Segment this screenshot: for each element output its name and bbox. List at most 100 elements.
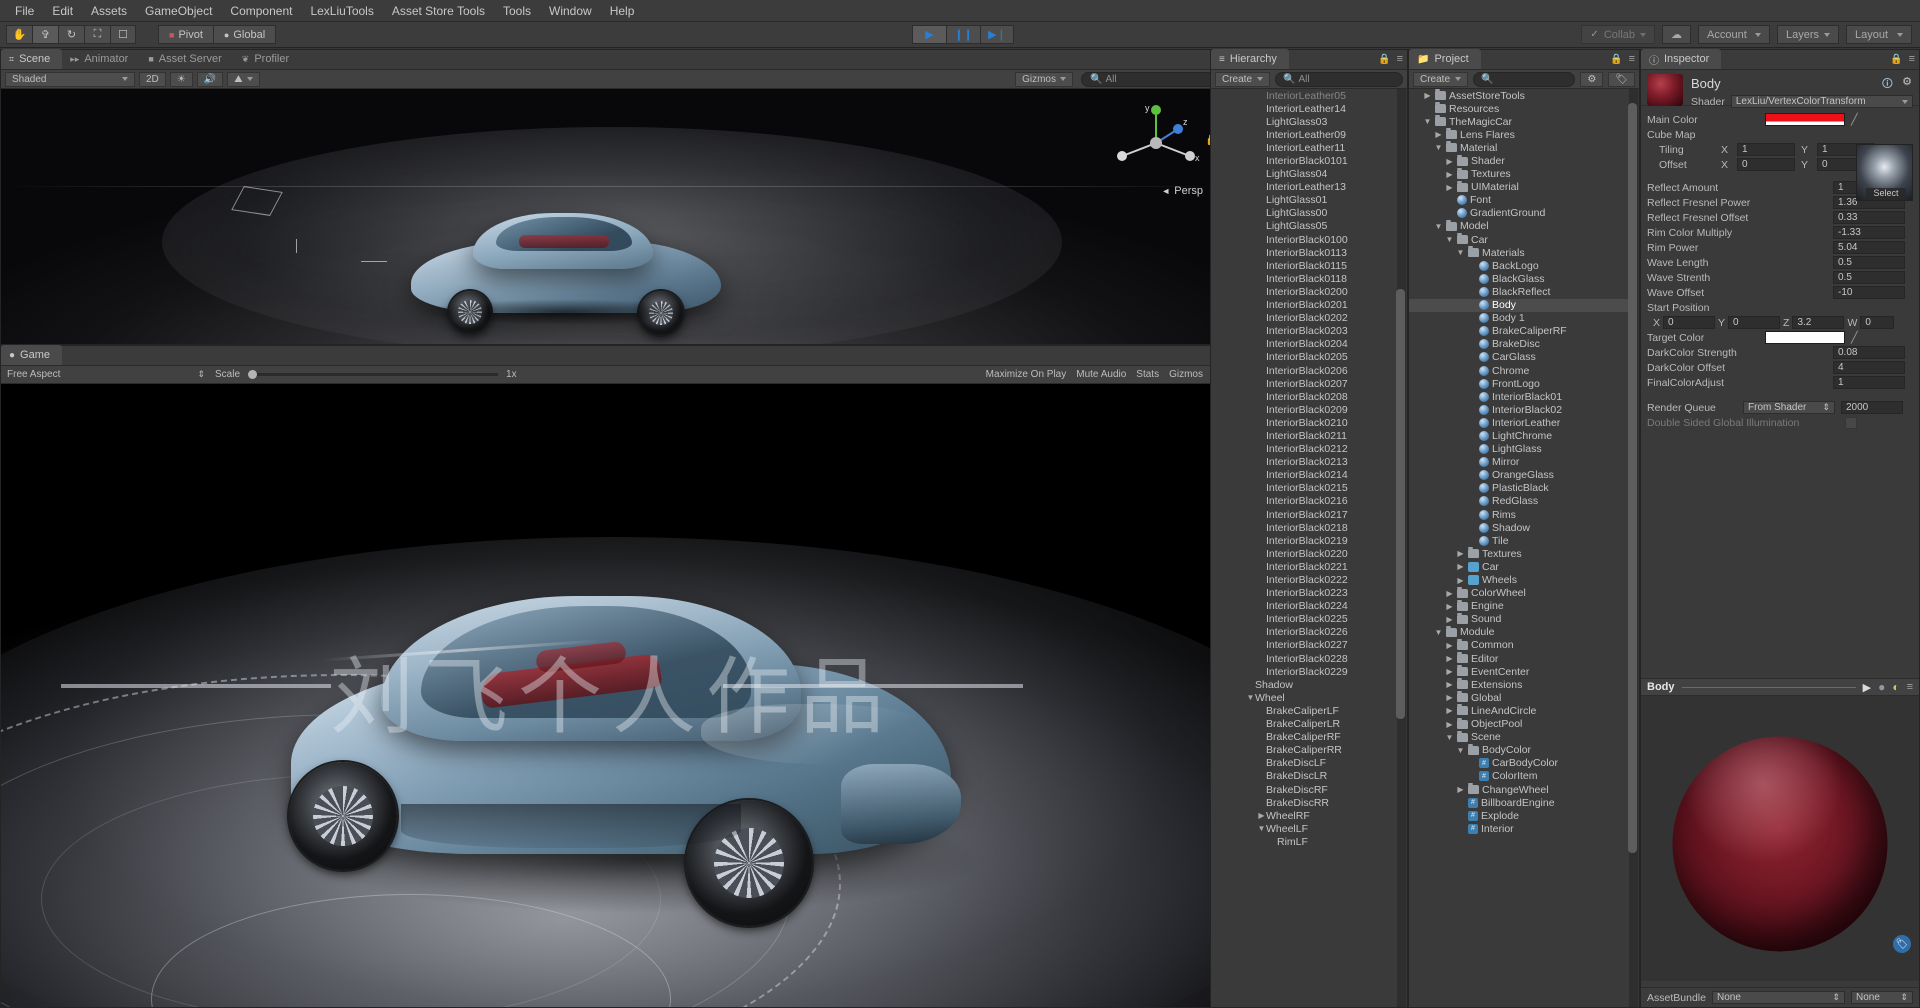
chevron-right-icon[interactable]: ▶: [1445, 170, 1454, 179]
hierarchy-row[interactable]: InteriorBlack0223: [1211, 587, 1399, 600]
project-row[interactable]: FrontLogo: [1409, 377, 1631, 390]
tab-game[interactable]: ● Game: [1, 345, 63, 365]
sp-x-field[interactable]: 0: [1663, 316, 1716, 329]
offset-x-field[interactable]: 0: [1737, 158, 1795, 171]
assetbundle-variant-dropdown[interactable]: None ⇕: [1851, 991, 1913, 1004]
hierarchy-row[interactable]: InteriorBlack0118: [1211, 272, 1399, 285]
hierarchy-row[interactable]: BrakeCaliperRF: [1211, 731, 1399, 744]
project-scrollbar-thumb[interactable]: [1628, 103, 1637, 853]
hierarchy-row[interactable]: InteriorBlack0211: [1211, 429, 1399, 442]
game-gizmos-dropdown[interactable]: Gizmos: [1169, 369, 1203, 380]
chevron-down-icon[interactable]: ▼: [1434, 143, 1443, 152]
hierarchy-row[interactable]: InteriorBlack0113: [1211, 246, 1399, 259]
pivot-toggle[interactable]: ■ Pivot: [158, 25, 213, 44]
project-row[interactable]: ▶ Car: [1409, 560, 1631, 573]
panel-menu-icon[interactable]: ≡: [1909, 53, 1915, 65]
hierarchy-row[interactable]: InteriorBlack0216: [1211, 495, 1399, 508]
project-row[interactable]: ▼ Material: [1409, 141, 1631, 154]
menu-item-help[interactable]: Help: [601, 2, 644, 20]
preview-sphere-icon[interactable]: ●: [1878, 680, 1885, 694]
hierarchy-row[interactable]: ▼ WheelLF: [1211, 822, 1399, 835]
hierarchy-row[interactable]: InteriorBlack0210: [1211, 416, 1399, 429]
project-row[interactable]: InteriorBlack01: [1409, 390, 1631, 403]
eyedropper-icon[interactable]: ╱: [1851, 113, 1858, 126]
project-row[interactable]: ▶ Sound: [1409, 612, 1631, 626]
menu-item-assets[interactable]: Assets: [82, 2, 136, 20]
hierarchy-row[interactable]: Shadow: [1211, 678, 1399, 691]
render-queue-dropdown[interactable]: From Shader ⇕: [1743, 401, 1835, 414]
scene-search-input[interactable]: 🔍 All: [1081, 71, 1219, 87]
hierarchy-row[interactable]: InteriorBlack0201: [1211, 299, 1399, 312]
hierarchy-row[interactable]: BrakeCaliperLF: [1211, 704, 1399, 717]
rotate-tool-icon[interactable]: ↻: [58, 25, 84, 44]
project-row[interactable]: BlackReflect: [1409, 285, 1631, 298]
menu-item-asset-store-tools[interactable]: Asset Store Tools: [383, 2, 494, 20]
shader-property-field[interactable]: 5.04: [1833, 241, 1905, 254]
target-color-swatch[interactable]: [1765, 331, 1845, 344]
hierarchy-row[interactable]: InteriorLeather05: [1211, 89, 1399, 102]
menu-item-component[interactable]: Component: [221, 2, 301, 20]
menu-item-file[interactable]: File: [6, 2, 43, 20]
project-scrollbar-track[interactable]: [1628, 89, 1638, 1007]
chevron-right-icon[interactable]: ▶: [1456, 562, 1465, 571]
pause-button[interactable]: ❙❙: [946, 25, 980, 44]
double-sided-gi-checkbox[interactable]: [1845, 416, 1857, 429]
collab-button[interactable]: ✓ Collab: [1581, 25, 1655, 44]
chevron-right-icon[interactable]: ▶: [1445, 615, 1454, 624]
shader-property-field[interactable]: -1.33: [1833, 226, 1905, 239]
chevron-right-icon[interactable]: ▶: [1445, 654, 1454, 663]
project-row[interactable]: Font: [1409, 194, 1631, 207]
hierarchy-row[interactable]: InteriorBlack0206: [1211, 364, 1399, 377]
project-row[interactable]: ▼ Scene: [1409, 730, 1631, 744]
chevron-right-icon[interactable]: ▶: [1445, 720, 1454, 729]
hand-tool-icon[interactable]: ✋: [6, 25, 32, 44]
project-row[interactable]: ▶ Wheels: [1409, 573, 1631, 586]
hierarchy-row[interactable]: InteriorBlack0225: [1211, 613, 1399, 626]
chevron-right-icon[interactable]: ▶: [1445, 680, 1454, 689]
shader-property-field[interactable]: 0.5: [1833, 271, 1905, 284]
chevron-down-icon[interactable]: ▼: [1456, 746, 1465, 755]
hierarchy-row[interactable]: InteriorBlack0200: [1211, 285, 1399, 298]
preview-play-icon[interactable]: ▶: [1863, 681, 1871, 694]
chevron-right-icon[interactable]: ▶: [1456, 549, 1465, 558]
scene-projection-mode[interactable]: ◄ Persp: [1161, 185, 1203, 197]
project-row[interactable]: BackLogo: [1409, 259, 1631, 272]
scale-slider-handle[interactable]: [248, 370, 258, 379]
hierarchy-row[interactable]: InteriorLeather09: [1211, 128, 1399, 141]
chevron-right-icon[interactable]: ▶: [1445, 157, 1454, 166]
project-row[interactable]: GradientGround: [1409, 207, 1631, 220]
hierarchy-row[interactable]: InteriorBlack0101: [1211, 154, 1399, 167]
scale-tool-icon[interactable]: ⛶: [84, 25, 110, 44]
hierarchy-row[interactable]: BrakeCaliperLR: [1211, 718, 1399, 731]
shader-dropdown[interactable]: LexLiu/VertexColorTransform: [1730, 95, 1913, 108]
mute-audio-toggle[interactable]: Mute Audio: [1076, 369, 1126, 380]
chevron-right-icon[interactable]: ▶: [1445, 706, 1454, 715]
project-row[interactable]: ▶ ChangeWheel: [1409, 783, 1631, 796]
play-button[interactable]: ▶: [912, 25, 946, 44]
tab-scene[interactable]: ⌗ Scene: [1, 49, 63, 69]
project-row[interactable]: ▼ Materials: [1409, 246, 1631, 259]
project-row[interactable]: # BillboardEngine: [1409, 796, 1631, 809]
aspect-dropdown[interactable]: Free Aspect ⇕: [1, 366, 211, 383]
hierarchy-row[interactable]: InteriorLeather13: [1211, 181, 1399, 194]
project-row[interactable]: CarGlass: [1409, 351, 1631, 364]
project-row[interactable]: Shadow: [1409, 521, 1631, 534]
chevron-right-icon[interactable]: ▶: [1456, 576, 1465, 585]
project-row[interactable]: BlackGlass: [1409, 272, 1631, 285]
hierarchy-row[interactable]: LightGlass05: [1211, 220, 1399, 233]
project-row[interactable]: InteriorLeather: [1409, 416, 1631, 429]
shading-mode-dropdown[interactable]: Shaded: [5, 71, 135, 87]
sp-w-field[interactable]: 0: [1860, 316, 1895, 329]
sp-y-field[interactable]: 0: [1728, 316, 1781, 329]
project-row[interactable]: Tile: [1409, 534, 1631, 547]
hierarchy-row[interactable]: LightGlass03: [1211, 115, 1399, 128]
lock-icon[interactable]: 🔒: [1610, 54, 1622, 65]
hierarchy-row[interactable]: InteriorBlack0215: [1211, 482, 1399, 495]
audio-toggle[interactable]: 🔊: [196, 71, 224, 87]
hierarchy-row[interactable]: InteriorLeather11: [1211, 141, 1399, 154]
shader-property-field[interactable]: 0.08: [1833, 346, 1905, 359]
chevron-down-icon[interactable]: ▼: [1257, 824, 1266, 833]
hierarchy-row[interactable]: LightGlass00: [1211, 207, 1399, 220]
tab-profiler[interactable]: ❦ Profiler: [234, 49, 301, 69]
move-tool-icon[interactable]: ✞: [32, 25, 58, 44]
